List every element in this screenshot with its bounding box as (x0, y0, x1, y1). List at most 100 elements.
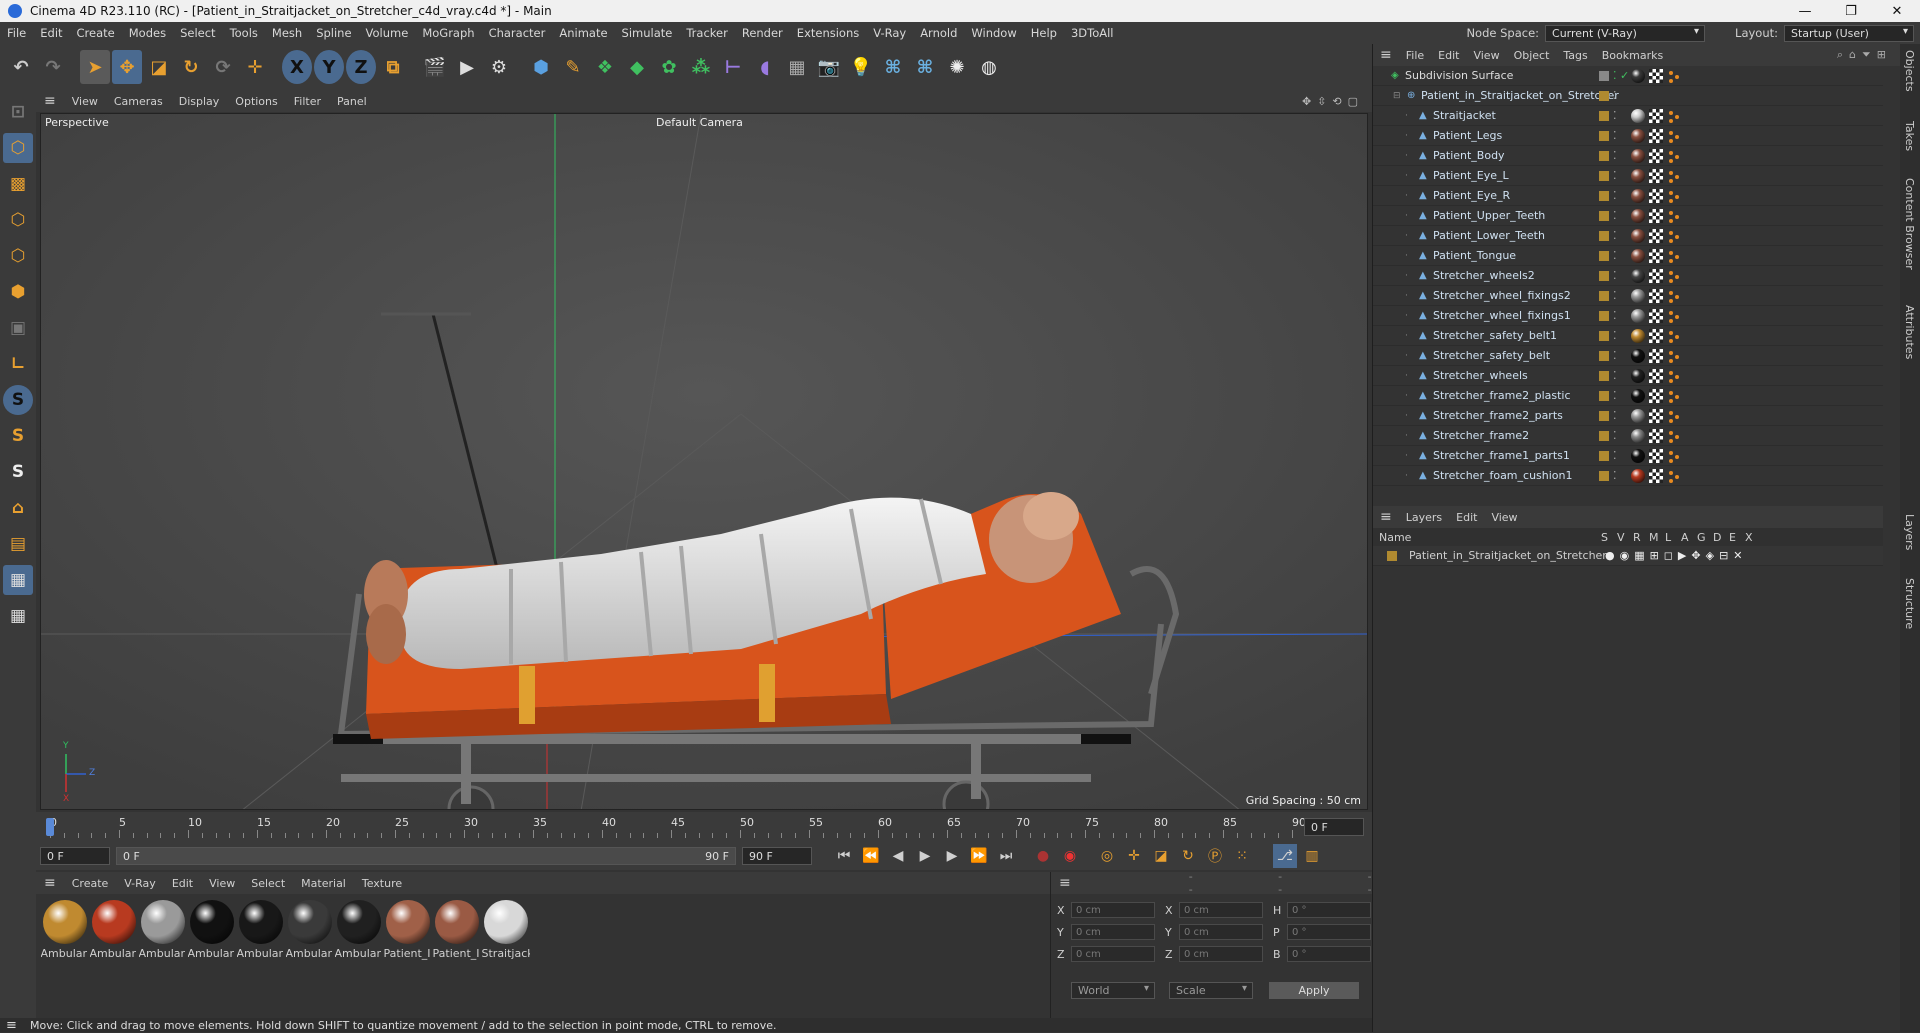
object-row-patient_body[interactable]: ▲ · Patient_Body ⁚ (1373, 146, 1883, 166)
layer-color-icon[interactable] (1599, 310, 1609, 321)
layer-color-icon[interactable] (1599, 250, 1609, 261)
transform-icon[interactable]: ✛ (240, 50, 270, 84)
start-frame-field[interactable]: 0 F (40, 847, 110, 865)
hamburger-icon[interactable]: ≡ (6, 1018, 17, 1033)
redo-icon[interactable]: ↷ (38, 50, 68, 84)
key-parameter-icon[interactable]: Ⓟ (1203, 844, 1227, 868)
material-menu-material[interactable]: Material (293, 877, 354, 890)
material-tag-icon[interactable] (1631, 228, 1645, 243)
object-row-subdivision surface[interactable]: ◈ Subdivision Surface ⁚ ✓ (1373, 66, 1883, 86)
side-tab-layers[interactable]: Layers (1903, 514, 1916, 550)
side-tab-structure[interactable]: Structure (1903, 578, 1916, 629)
visibility-dots-icon[interactable]: ⁚ ✓ (1613, 69, 1629, 82)
menu-mograph[interactable]: MoGraph (415, 26, 481, 40)
object-row-stretcher_safety_belt1[interactable]: ▲ · Stretcher_safety_belt1 ⁚ (1373, 326, 1883, 346)
extrude-icon[interactable]: ◆ (622, 50, 652, 84)
coord-z-field[interactable]: 0 cm (1179, 946, 1263, 962)
material-tag-icon[interactable] (1631, 188, 1645, 203)
axis-mode-icon[interactable]: ∟ (3, 349, 33, 379)
material-preview-ball[interactable] (434, 900, 479, 944)
render-view-icon[interactable]: 🎬 (420, 50, 450, 84)
material-preview-ball[interactable] (238, 900, 283, 944)
maximize-button[interactable]: ❐ (1828, 4, 1874, 19)
viewport-menu-display[interactable]: Display (171, 95, 228, 108)
material-preview-ball[interactable] (140, 900, 185, 944)
vray-tag-icon[interactable] (1667, 229, 1681, 243)
menu-volume[interactable]: Volume (359, 26, 416, 40)
visibility-dots-icon[interactable]: ⁚ (1613, 189, 1617, 202)
layer-color-icon[interactable] (1599, 390, 1609, 401)
frame-range-slider[interactable]: 0 F 90 F (116, 847, 736, 865)
visibility-dots-icon[interactable]: ⁚ (1613, 89, 1617, 102)
coordinate-system-icon[interactable]: ⧉ (378, 50, 408, 84)
object-row-patient_lower_teeth[interactable]: ▲ · Patient_Lower_Teeth ⁚ (1373, 226, 1883, 246)
object-row-stretcher_wheel_fixings2[interactable]: ▲ · Stretcher_wheel_fixings2 ⁚ (1373, 286, 1883, 306)
material-preview-ball[interactable] (385, 900, 430, 944)
material-preview-ball[interactable] (287, 900, 332, 944)
material-preview-ball[interactable] (42, 900, 87, 944)
coord-x-field[interactable]: 0 cm (1071, 902, 1155, 918)
vray-tag-icon[interactable] (1667, 329, 1681, 343)
workplane-icon[interactable]: ▤ (3, 529, 33, 559)
visibility-dots-icon[interactable]: ⁚ (1613, 449, 1617, 462)
layer-color-icon[interactable] (1599, 470, 1609, 481)
material-tag-icon[interactable] (1631, 308, 1645, 323)
layout-select[interactable]: Startup (User) (1784, 24, 1914, 42)
coord-p-field[interactable]: 0 ° (1287, 924, 1371, 940)
vray-tag-icon[interactable] (1667, 169, 1681, 183)
floor-icon[interactable]: ▦ (782, 50, 812, 84)
uvw-tag-icon[interactable] (1649, 168, 1663, 183)
scale-tool-icon[interactable]: ◪ (144, 50, 174, 84)
field-icon[interactable]: ◖ (750, 50, 780, 84)
object-row-stretcher_frame2_parts[interactable]: ▲ · Stretcher_frame2_parts ⁚ (1373, 406, 1883, 426)
vray-tag-icon[interactable] (1667, 429, 1681, 443)
layer-color-icon[interactable] (1599, 430, 1609, 441)
undo-icon[interactable]: ↶ (6, 50, 36, 84)
menu-animate[interactable]: Animate (552, 26, 614, 40)
deformer-icon[interactable]: ⊢ (718, 50, 748, 84)
material-swatch[interactable]: Ambular (89, 900, 138, 960)
material-tag-icon[interactable] (1631, 288, 1645, 303)
coord-z-field[interactable]: 0 cm (1071, 946, 1155, 962)
menu-help[interactable]: Help (1024, 26, 1064, 40)
visibility-dots-icon[interactable]: ⁚ (1613, 269, 1617, 282)
layer-color-icon[interactable] (1599, 190, 1609, 201)
pen-icon[interactable]: ✎ (558, 50, 588, 84)
layer-color-icon[interactable] (1599, 130, 1609, 141)
object-row-stretcher_frame2_plastic[interactable]: ▲ · Stretcher_frame2_plastic ⁚ (1373, 386, 1883, 406)
visibility-dots-icon[interactable]: ⁚ (1613, 469, 1617, 482)
menu-extensions[interactable]: Extensions (790, 26, 866, 40)
vray-tag-icon[interactable] (1667, 289, 1681, 303)
material-tag-icon[interactable] (1631, 468, 1645, 483)
x-axis-icon[interactable]: X (282, 50, 312, 84)
material-menu-select[interactable]: Select (243, 877, 293, 890)
uvw-tag-icon[interactable] (1649, 148, 1663, 163)
object-row-stretcher_wheels2[interactable]: ▲ · Stretcher_wheels2 ⁚ (1373, 266, 1883, 286)
object-menu-view[interactable]: View (1466, 49, 1506, 62)
visibility-dots-icon[interactable]: ⁚ (1613, 229, 1617, 242)
material-swatch[interactable]: Straitjack (481, 900, 530, 960)
key-scale-icon[interactable]: ◪ (1149, 844, 1173, 868)
viewport-menu-view[interactable]: View (64, 95, 106, 108)
go-to-end-icon[interactable]: ⏭ (994, 844, 1018, 868)
vray-tag-icon[interactable] (1667, 409, 1681, 423)
vray-tag-icon[interactable] (1667, 349, 1681, 363)
render-settings-icon[interactable]: ⚙ (484, 50, 514, 84)
layer-color-icon[interactable] (1599, 350, 1609, 361)
layer-color-icon[interactable] (1599, 370, 1609, 381)
material-tag-icon[interactable] (1631, 248, 1645, 263)
vray-tag-icon[interactable] (1667, 389, 1681, 403)
uvw-tag-icon[interactable] (1649, 208, 1663, 223)
object-row-stretcher_wheels[interactable]: ▲ · Stretcher_wheels ⁚ (1373, 366, 1883, 386)
layer-color-icon[interactable] (1599, 210, 1609, 221)
hamburger-icon[interactable]: ≡ (36, 93, 64, 109)
object-menu-tags[interactable]: Tags (1556, 49, 1594, 62)
object-menu-object[interactable]: Object (1507, 49, 1557, 62)
object-mode-icon[interactable]: ⬡ (3, 133, 33, 163)
viewport-menu-cameras[interactable]: Cameras (106, 95, 171, 108)
visibility-dots-icon[interactable]: ⁚ (1613, 309, 1617, 322)
object-row-stretcher_frame1_parts1[interactable]: ▲ · Stretcher_frame1_parts1 ⁚ (1373, 446, 1883, 466)
material-swatch[interactable]: Ambular (285, 900, 334, 960)
light-icon[interactable]: 💡 (846, 50, 876, 84)
vray-tag-icon[interactable] (1667, 269, 1681, 283)
